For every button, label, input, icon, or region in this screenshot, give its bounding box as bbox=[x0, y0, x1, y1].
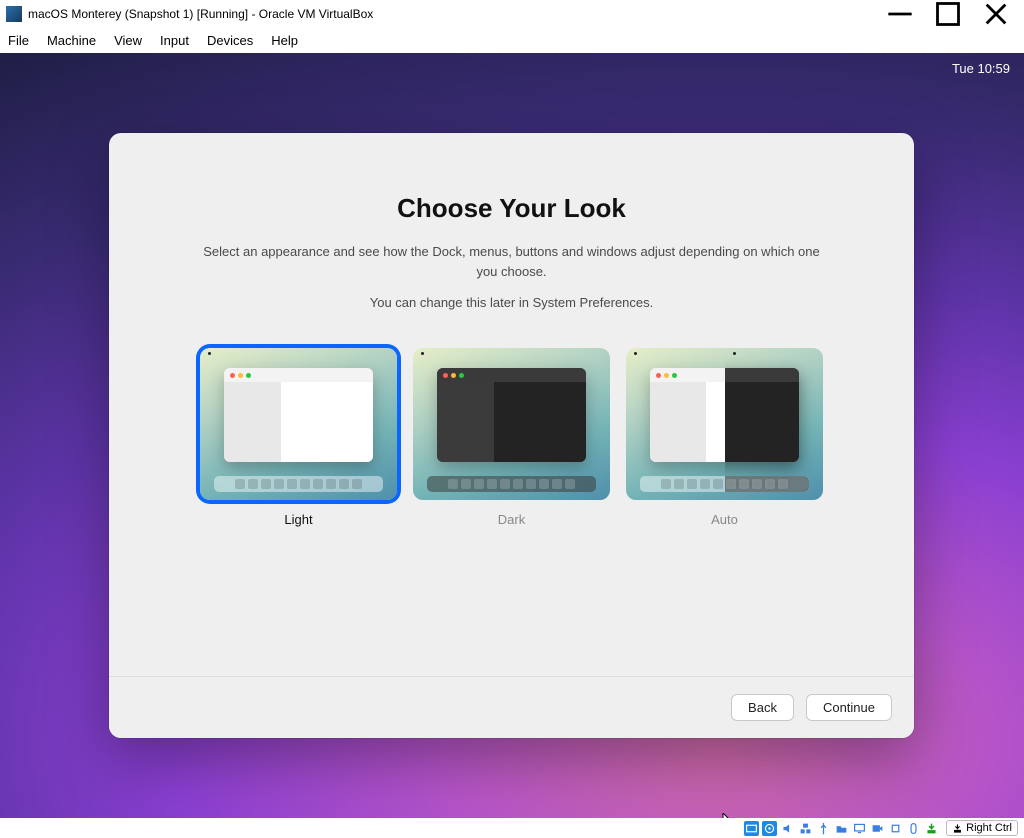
appearance-option-auto[interactable]: Auto bbox=[626, 348, 823, 527]
dialog-description: Select an appearance and see how the Doc… bbox=[202, 242, 822, 281]
host-key-label: Right Ctrl bbox=[966, 822, 1012, 834]
appearance-preview-dark bbox=[413, 348, 610, 500]
maximize-button[interactable] bbox=[934, 4, 962, 24]
status-usb-icon[interactable] bbox=[816, 821, 831, 836]
window-controls bbox=[886, 4, 1018, 24]
appearance-label-dark: Dark bbox=[413, 512, 610, 527]
continue-button[interactable]: Continue bbox=[806, 694, 892, 721]
menu-view[interactable]: View bbox=[114, 33, 142, 48]
minimize-button[interactable] bbox=[886, 4, 914, 24]
dialog-subtext: You can change this later in System Pref… bbox=[169, 295, 854, 310]
appearance-options: Light Dark bbox=[169, 348, 854, 527]
window-title: macOS Monterey (Snapshot 1) [Running] - … bbox=[28, 7, 373, 21]
status-shared-folders-icon[interactable] bbox=[834, 821, 849, 836]
host-key-indicator[interactable]: Right Ctrl bbox=[946, 820, 1018, 836]
close-button[interactable] bbox=[982, 4, 1010, 24]
status-hdd-icon[interactable] bbox=[744, 821, 759, 836]
appearance-preview-auto bbox=[626, 348, 823, 500]
back-button[interactable]: Back bbox=[731, 694, 794, 721]
appearance-option-dark[interactable]: Dark bbox=[413, 348, 610, 527]
status-network-icon[interactable] bbox=[798, 821, 813, 836]
dialog-title: Choose Your Look bbox=[169, 193, 854, 224]
appearance-label-auto: Auto bbox=[626, 512, 823, 527]
virtualbox-icon bbox=[6, 6, 22, 22]
menu-input[interactable]: Input bbox=[160, 33, 189, 48]
status-display-icon[interactable] bbox=[852, 821, 867, 836]
status-cpu-icon[interactable] bbox=[888, 821, 903, 836]
guest-clock: Tue 10:59 bbox=[952, 61, 1010, 76]
dialog-footer: Back Continue bbox=[109, 676, 914, 738]
menu-file[interactable]: File bbox=[8, 33, 29, 48]
appearance-preview-light bbox=[200, 348, 397, 500]
setup-dialog: Choose Your Look Select an appearance an… bbox=[109, 133, 914, 738]
menu-machine[interactable]: Machine bbox=[47, 33, 96, 48]
vbox-status-bar: Right Ctrl bbox=[0, 818, 1024, 838]
appearance-label-light: Light bbox=[200, 512, 397, 527]
menu-devices[interactable]: Devices bbox=[207, 33, 253, 48]
status-mouse-icon[interactable] bbox=[906, 821, 921, 836]
status-audio-icon[interactable] bbox=[780, 821, 795, 836]
menu-help[interactable]: Help bbox=[271, 33, 298, 48]
status-recording-icon[interactable] bbox=[870, 821, 885, 836]
vm-viewport: Tue 10:59 Choose Your Look Select an app… bbox=[0, 53, 1024, 818]
status-keyboard-capture-icon[interactable] bbox=[924, 821, 939, 836]
window-titlebar: macOS Monterey (Snapshot 1) [Running] - … bbox=[0, 0, 1024, 27]
status-optical-icon[interactable] bbox=[762, 821, 777, 836]
appearance-option-light[interactable]: Light bbox=[200, 348, 397, 527]
menu-bar: File Machine View Input Devices Help bbox=[0, 27, 1024, 53]
